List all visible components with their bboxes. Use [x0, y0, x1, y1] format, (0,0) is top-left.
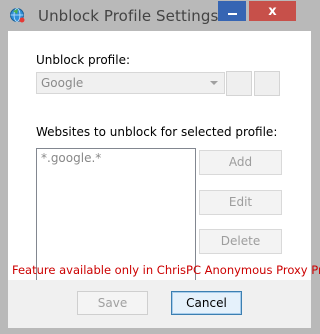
- dialog-content: Unblock profile: Google Websites to unbl…: [8, 31, 320, 287]
- profile-dropdown[interactable]: Google: [36, 72, 225, 94]
- close-icon: x: [268, 3, 277, 19]
- profile-selected-value: Google: [41, 76, 84, 90]
- feature-notice: Feature available only in ChrisPC Anonym…: [12, 263, 320, 277]
- window-title: Unblock Profile Settings: [38, 7, 219, 25]
- chevron-down-icon: [210, 81, 218, 85]
- dialog-window: Unblock Profile Settings x Unblock profi…: [0, 0, 320, 334]
- minimize-button[interactable]: [218, 1, 246, 21]
- profile-label: Unblock profile:: [36, 53, 130, 67]
- title-bar[interactable]: Unblock Profile Settings x: [0, 0, 319, 32]
- edit-button[interactable]: Edit: [199, 190, 282, 215]
- list-item[interactable]: *.google.*: [41, 151, 191, 165]
- add-button[interactable]: Add: [199, 150, 282, 175]
- cancel-button[interactable]: Cancel: [171, 291, 242, 315]
- delete-button[interactable]: Delete: [199, 229, 282, 254]
- minimize-icon: [227, 13, 237, 15]
- globe-network-icon: [10, 8, 25, 23]
- profile-action-button-2[interactable]: [254, 71, 280, 96]
- close-button[interactable]: x: [249, 1, 296, 21]
- save-button[interactable]: Save: [77, 291, 148, 315]
- websites-label: Websites to unblock for selected profile…: [36, 125, 278, 139]
- profile-action-button-1[interactable]: [226, 71, 252, 96]
- dialog-footer: Save Cancel: [8, 280, 311, 328]
